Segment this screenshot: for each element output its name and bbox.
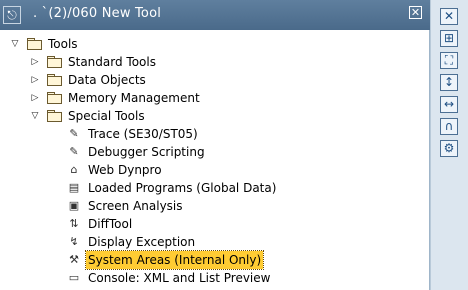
right-toolbar: ✕ ⊞ ⛶ ↕ ↔ ∩ ⚙ <box>430 0 468 290</box>
tree-node-system-areas[interactable]: ⚒ System Areas (Internal Only) <box>0 250 429 270</box>
loaded-programs-icon: ▤ <box>68 181 80 194</box>
folder-icon <box>47 92 62 104</box>
tree-node-memory-management[interactable]: ▷ Memory Management <box>0 89 429 107</box>
collapse-toggle-icon[interactable]: ▽ <box>10 39 20 49</box>
folder-open-icon <box>47 110 62 122</box>
tree-node-label: Tools <box>48 37 78 51</box>
tree-node-screen-analysis[interactable]: ▣ Screen Analysis <box>0 197 429 215</box>
tree-node-label: Memory Management <box>68 91 200 105</box>
tree-node-difftool[interactable]: ⇅ DiffTool <box>0 215 429 233</box>
close-icon[interactable]: ✕ <box>409 6 422 19</box>
tree-node-label: DiffTool <box>88 217 133 231</box>
tree-node-label: Debugger Scripting <box>88 145 205 159</box>
tree-node-debugger-scripting[interactable]: ✎ Debugger Scripting <box>0 143 429 161</box>
tree-node-label: Console: XML and List Preview <box>88 271 271 285</box>
diff-icon: ⇅ <box>69 217 79 230</box>
headphones-icon[interactable]: ∩ <box>440 118 458 135</box>
screen-icon: ▣ <box>68 199 80 212</box>
system-areas-icon: ⚒ <box>69 253 79 266</box>
tree-node-label: System Areas (Internal Only) <box>84 250 265 270</box>
tree-node-label: Data Objects <box>68 73 146 87</box>
tree-node-label: Screen Analysis <box>88 199 183 213</box>
tree-node-label: Standard Tools <box>68 55 156 69</box>
folder-open-icon <box>27 38 42 50</box>
folder-icon <box>47 56 62 68</box>
exception-icon: ↯ <box>69 235 79 248</box>
expand-toggle-icon[interactable]: ▷ <box>30 57 40 67</box>
expand-vertical-icon[interactable]: ↕ <box>440 74 458 91</box>
expand-toggle-icon[interactable]: ▷ <box>30 75 40 85</box>
web-dynpro-icon: ⌂ <box>70 163 78 176</box>
expand-toggle-icon[interactable]: ▷ <box>30 93 40 103</box>
script-icon: ✎ <box>69 145 79 158</box>
tree-node-loaded-programs[interactable]: ▤ Loaded Programs (Global Data) <box>0 179 429 197</box>
tree-node-trace[interactable]: ✎ Trace (SE30/ST05) <box>0 125 429 143</box>
tree-node-label: Display Exception <box>88 235 196 249</box>
window-icon[interactable]: ⎋ <box>3 6 21 24</box>
tree-node-special-tools[interactable]: ▽ Special Tools <box>0 107 429 125</box>
collapse-toggle-icon[interactable]: ▽ <box>30 111 40 121</box>
settings-icon[interactable]: ⚙ <box>440 140 458 157</box>
tree-node-display-exception[interactable]: ↯ Display Exception <box>0 233 429 251</box>
tree-node-tools[interactable]: ▽ Tools <box>0 35 429 53</box>
console-icon: ▭ <box>68 271 80 284</box>
maximize-icon[interactable]: ⊞ <box>440 30 458 47</box>
tree-node-web-dynpro[interactable]: ⌂ Web Dynpro <box>0 161 429 179</box>
tree-node-label: Trace (SE30/ST05) <box>88 127 198 141</box>
folder-icon <box>47 74 62 86</box>
tree-node-data-objects[interactable]: ▷ Data Objects <box>0 71 429 89</box>
tree-node-console[interactable]: ▭ Console: XML and List Preview <box>0 269 429 287</box>
tree-node-label: Loaded Programs (Global Data) <box>88 181 277 195</box>
expand-horizontal-icon[interactable]: ↔ <box>440 96 458 113</box>
trace-icon: ✎ <box>69 127 79 140</box>
tool-tree: ▽ Tools ▷ Standard Tools ▷ Data Objects ▷ Memor… <box>0 30 430 290</box>
window-titlebar: ⎋ . `(2)/060 New Tool ✕ <box>0 0 430 30</box>
close-icon[interactable]: ✕ <box>440 8 458 25</box>
tree-node-label: Web Dynpro <box>88 163 162 177</box>
tree-node-standard-tools[interactable]: ▷ Standard Tools <box>0 53 429 71</box>
tree-node-label: Special Tools <box>68 109 145 123</box>
window-title: . `(2)/060 New Tool <box>33 6 162 21</box>
fullscreen-icon[interactable]: ⛶ <box>440 52 458 69</box>
